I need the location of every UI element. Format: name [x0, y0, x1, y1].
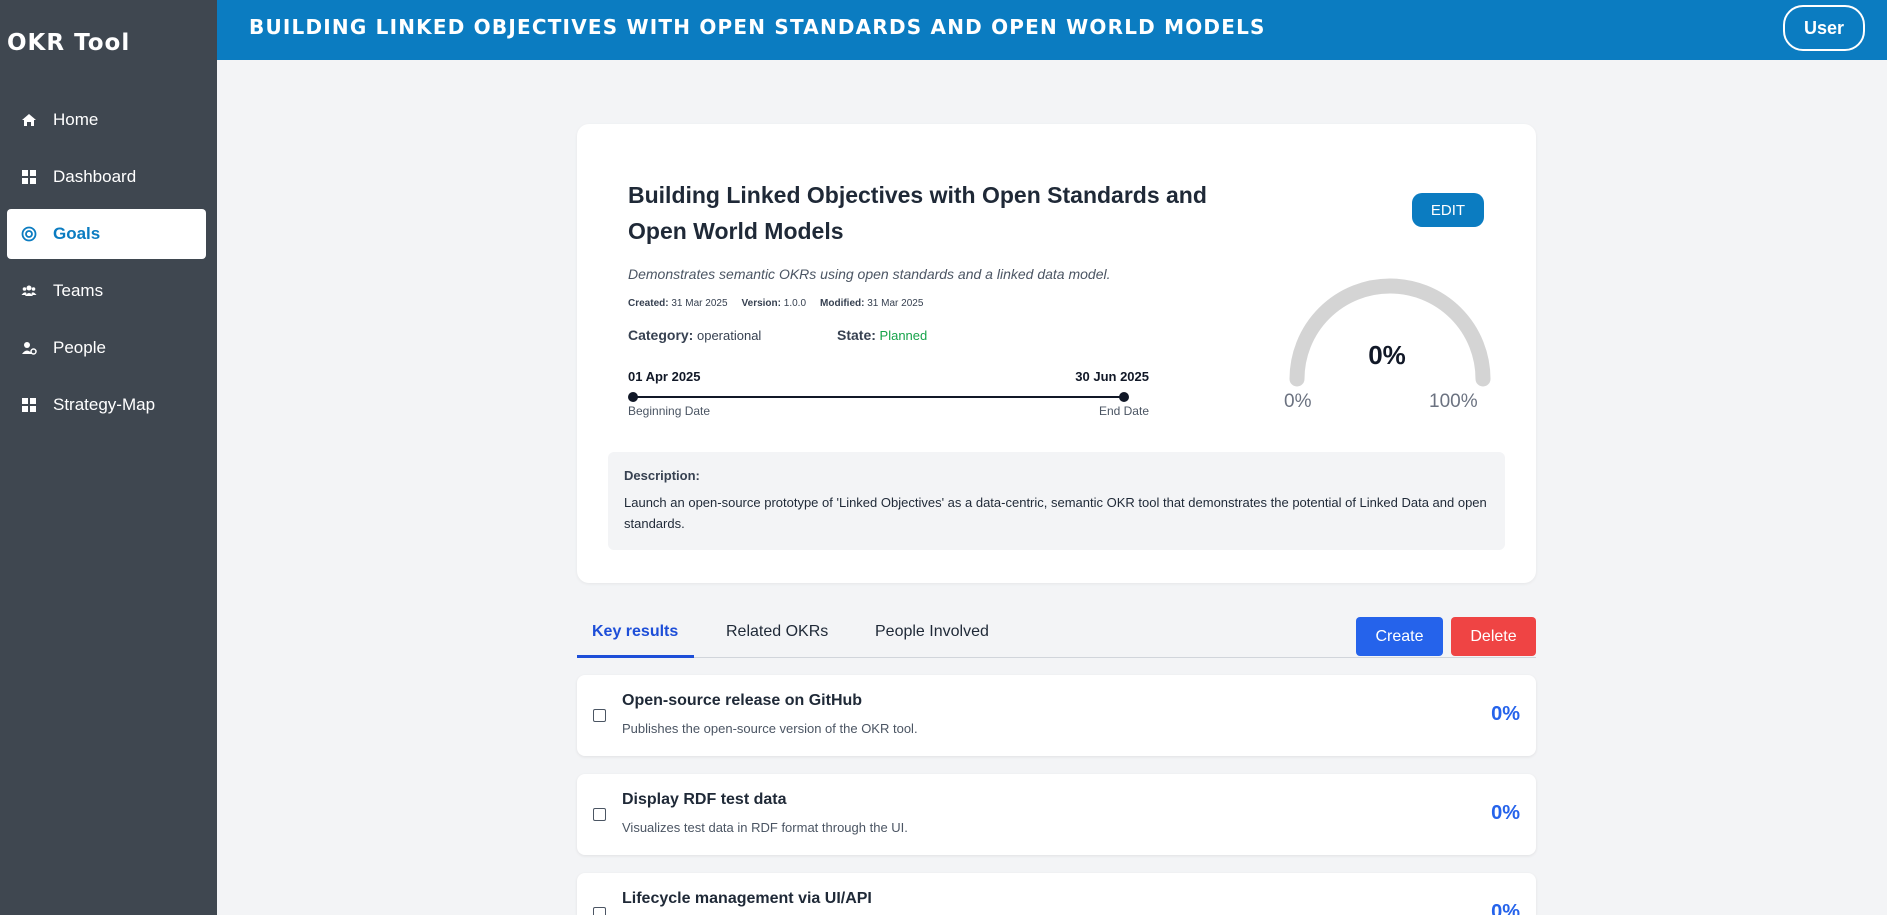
users-icon: [21, 283, 37, 299]
key-result-checkbox[interactable]: [593, 709, 606, 722]
timeline-end-dot: [1119, 392, 1129, 402]
sidebar: OKR Tool Home Dashboard Goals Teams Peop…: [0, 0, 217, 915]
app-brand: OKR Tool: [7, 30, 131, 56]
user-button[interactable]: User: [1783, 5, 1865, 51]
key-result-title: Lifecycle management via UI/API: [622, 890, 872, 907]
description-text: Launch an open-source prototype of 'Link…: [624, 495, 1487, 531]
goal-subtitle: Demonstrates semantic OKRs using open st…: [628, 266, 1111, 282]
modified-meta: Modified: 31 Mar 2025: [820, 298, 924, 309]
target-icon: [21, 226, 37, 242]
start-date-label: Beginning Date: [628, 404, 711, 418]
sidebar-item-label: Goals: [53, 224, 101, 243]
goal-meta: Created: 31 Mar 2025 Version: 1.0.0 Modi…: [628, 298, 923, 309]
key-result-description: Publishes the open-source version of the…: [622, 721, 918, 736]
grid-icon: [21, 397, 37, 413]
sidebar-item-label: Teams: [53, 281, 104, 300]
key-result-progress: 0%: [1491, 703, 1520, 725]
key-result-checkbox[interactable]: [593, 907, 606, 915]
key-result-progress: 0%: [1491, 901, 1520, 915]
timeline-start-dot: [628, 392, 638, 402]
sidebar-item-label: Strategy-Map: [53, 395, 156, 414]
list-item[interactable]: Open-source release on GitHub Publishes …: [577, 675, 1536, 756]
timeline-line: [632, 396, 1124, 398]
sidebar-item-teams[interactable]: Teams: [7, 266, 206, 316]
description-label: Description:: [624, 468, 700, 483]
list-item[interactable]: Display RDF test data Visualizes test da…: [577, 774, 1536, 855]
state-value: Planned: [879, 328, 928, 343]
user-gear-icon: [21, 340, 37, 356]
home-icon: [21, 112, 37, 128]
start-date: 01 Apr 2025: [628, 369, 701, 384]
key-result-title: Open-source release on GitHub: [622, 692, 863, 709]
description-box: Description: Launch an open-source proto…: [608, 452, 1505, 550]
delete-button[interactable]: Delete: [1451, 617, 1536, 656]
version-meta: Version: 1.0.0: [741, 298, 807, 309]
edit-button[interactable]: EDIT: [1412, 193, 1484, 227]
list-item[interactable]: Lifecycle management via UI/API 0%: [577, 873, 1536, 915]
sidebar-item-label: Dashboard: [53, 167, 137, 186]
grid-icon: [21, 169, 37, 185]
created-meta: Created: 31 Mar 2025: [628, 298, 728, 309]
gauge-value: 0%: [1368, 340, 1406, 370]
key-result-progress: 0%: [1491, 802, 1520, 824]
page-header-title: BUILDING LINKED OBJECTIVES WITH OPEN STA…: [249, 15, 1266, 39]
state-field: State: Planned: [837, 327, 928, 343]
sidebar-item-goals[interactable]: Goals: [7, 209, 206, 259]
tab-related-okrs[interactable]: Related OKRs: [726, 623, 828, 641]
active-tab-indicator: [577, 655, 694, 658]
key-result-title: Display RDF test data: [622, 791, 787, 808]
sidebar-item-home[interactable]: Home: [7, 95, 206, 145]
sidebar-item-people[interactable]: People: [7, 323, 206, 373]
sidebar-nav: Home Dashboard Goals Teams People Strate…: [7, 95, 206, 437]
sidebar-item-label: Home: [53, 110, 99, 129]
tab-key-results[interactable]: Key results: [592, 623, 678, 641]
key-result-description: Visualizes test data in RDF format throu…: [622, 820, 908, 835]
goal-card: Building Linked Objectives with Open Sta…: [577, 124, 1536, 583]
sidebar-item-strategy-map[interactable]: Strategy-Map: [7, 380, 206, 430]
sidebar-item-label: People: [53, 338, 106, 357]
gauge-max-label: 100%: [1429, 391, 1478, 412]
gauge-min-label: 0%: [1284, 391, 1312, 412]
goal-title: Building Linked Objectives with Open Sta…: [628, 182, 1207, 244]
tab-people-involved[interactable]: People Involved: [875, 623, 989, 641]
category-field: Category: operational: [628, 327, 762, 343]
end-date: 30 Jun 2025: [1075, 369, 1149, 384]
sidebar-item-dashboard[interactable]: Dashboard: [7, 152, 206, 202]
category-value: operational: [696, 328, 762, 343]
end-date-label: End Date: [1098, 404, 1149, 418]
top-bar: BUILDING LINKED OBJECTIVES WITH OPEN STA…: [217, 0, 1887, 60]
create-button[interactable]: Create: [1356, 617, 1443, 656]
key-result-checkbox[interactable]: [593, 808, 606, 821]
